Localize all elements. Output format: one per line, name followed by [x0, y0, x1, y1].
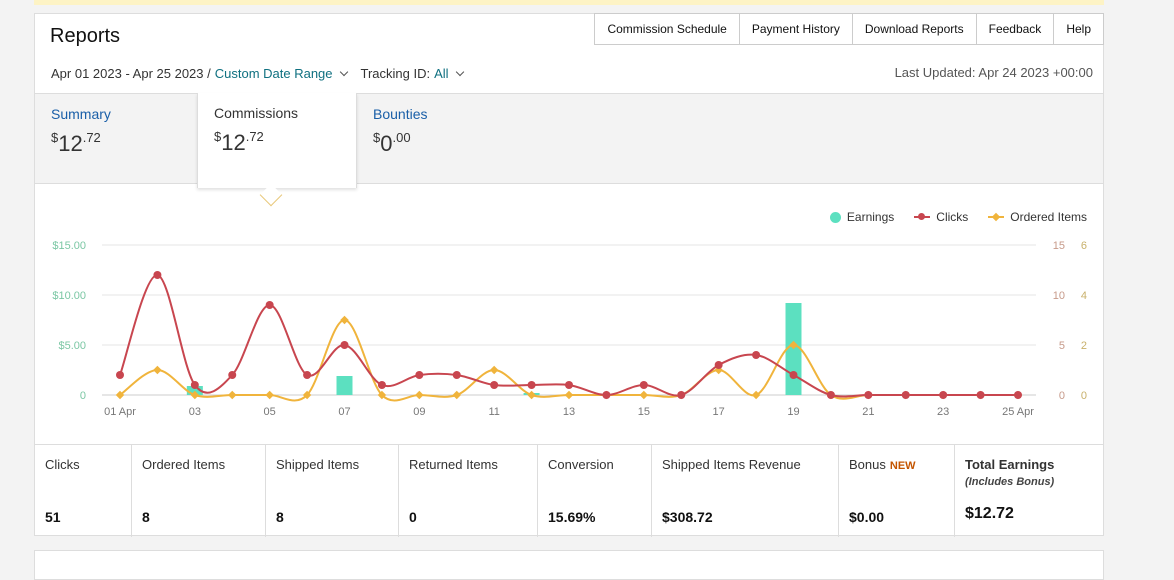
new-badge: NEW — [889, 460, 916, 472]
y-right-tick-label: 0 — [1081, 390, 1087, 402]
metric-label: Clicks — [45, 457, 80, 472]
clicks-point — [116, 371, 124, 379]
y-left-tick-label: $10.00 — [52, 290, 86, 302]
clicks-point — [303, 371, 312, 379]
ordered-items-point — [452, 390, 461, 400]
clicks-point — [340, 341, 349, 349]
clicks-point — [377, 381, 386, 389]
clicks-point — [789, 371, 798, 379]
x-tick-label: 21 — [862, 406, 874, 418]
metric-value: 0 — [409, 509, 417, 525]
x-tick-label: 11 — [488, 406, 499, 418]
clicks-point — [939, 391, 948, 399]
clicks-point — [1014, 391, 1022, 399]
metrics-row: Clicks 51 Ordered Items 8 Shipped Items … — [35, 444, 1103, 537]
x-tick-label: 09 — [413, 406, 425, 418]
clicks-line — [119, 274, 1018, 398]
y-left-tick-label: $15.00 — [52, 240, 86, 252]
x-tick-label: 15 — [638, 406, 650, 418]
ordered-items-point — [527, 390, 536, 400]
metric-value: 51 — [45, 509, 61, 525]
y-right-tick-label: 2 — [1081, 340, 1087, 352]
metric-returned-items: Returned Items 0 — [399, 445, 538, 537]
earnings-chart: $15.00 15 6 $10.00 10 4 $5.00 5 2 0 0 0 01 Apr 03 05 07… — [52, 240, 1087, 418]
ordered-items-point — [415, 390, 424, 400]
clicks-point — [228, 371, 237, 379]
x-tick-label: 05 — [264, 406, 276, 418]
x-tick-label: 23 — [937, 406, 949, 418]
next-card — [34, 550, 1104, 580]
clicks-point — [527, 381, 536, 389]
x-tick-label: 07 — [338, 406, 350, 418]
y-mid-tick-label: 0 — [1059, 390, 1065, 402]
ordered-items-point — [228, 390, 237, 400]
clicks-point — [452, 371, 461, 379]
x-tick-label: 01 Apr — [104, 406, 136, 418]
metric-label: Total Earnings — [965, 457, 1055, 472]
clicks-point — [602, 391, 611, 399]
metric-label: Returned Items — [409, 457, 498, 472]
ordered-items-point — [340, 315, 349, 325]
y-mid-tick-label: 5 — [1059, 340, 1065, 352]
clicks-point — [490, 381, 499, 389]
y-right-tick-label: 6 — [1081, 240, 1087, 252]
clicks-point — [976, 391, 985, 399]
earnings-bar — [336, 376, 353, 395]
y-right-tick-label: 4 — [1081, 290, 1087, 302]
metric-ordered-items: Ordered Items 8 — [132, 445, 266, 537]
metric-bonus: Bonus NEW $0.00 — [839, 445, 955, 537]
x-tick-label: 13 — [563, 406, 575, 418]
metric-sublabel: (Includes Bonus) — [965, 476, 1055, 488]
notice-banner — [34, 0, 1104, 5]
ordered-items-point — [265, 390, 274, 400]
y-left-tick-label: 0 — [80, 390, 86, 402]
clicks-point — [901, 391, 910, 399]
metric-value: $0.00 — [849, 509, 885, 525]
clicks-point — [677, 391, 686, 399]
x-tick-label: 19 — [787, 406, 799, 418]
clicks-point — [415, 371, 424, 379]
clicks-point — [565, 381, 573, 389]
metric-label: Ordered Items — [142, 457, 226, 472]
metric-value: $12.72 — [965, 505, 1014, 522]
y-left-tick-label: $5.00 — [58, 340, 86, 352]
metric-value: 8 — [276, 509, 284, 525]
metric-value: 15.69% — [548, 509, 596, 525]
ordered-items-point — [639, 390, 649, 400]
ordered-items-point — [564, 390, 574, 400]
metric-value: 8 — [142, 509, 150, 525]
clicks-point — [153, 271, 162, 279]
clicks-point — [639, 381, 648, 389]
clicks-point — [714, 361, 723, 369]
metric-shipped-items: Shipped Items 8 — [266, 445, 399, 537]
y-mid-tick-label: 15 — [1053, 240, 1065, 252]
metric-label: Bonus NEW — [849, 457, 916, 472]
ordered-items-point — [153, 365, 162, 375]
metric-label: Conversion — [548, 457, 614, 472]
y-mid-tick-label: 10 — [1053, 290, 1065, 302]
metric-label: Shipped Items — [276, 457, 360, 472]
x-tick-label: 25 Apr — [1002, 406, 1034, 418]
x-tick-label: 17 — [713, 406, 725, 418]
x-tick-label: 03 — [189, 406, 201, 418]
metric-clicks: Clicks 51 — [35, 445, 132, 537]
metric-value: $308.72 — [662, 509, 713, 525]
reports-card: Reports Commission Schedule Payment Hist… — [34, 13, 1104, 537]
clicks-point — [864, 391, 873, 399]
clicks-point — [826, 391, 835, 399]
metric-conversion: Conversion 15.69% — [538, 445, 652, 537]
metric-label: Shipped Items Revenue — [662, 457, 801, 472]
ordered-items-point — [489, 365, 499, 375]
clicks-point — [752, 351, 761, 359]
clicks-point — [265, 301, 274, 309]
metric-total-earnings: Total Earnings (Includes Bonus) $12.72 — [955, 445, 1103, 537]
clicks-point — [190, 381, 199, 389]
metric-shipped-revenue: Shipped Items Revenue $308.72 — [652, 445, 839, 537]
